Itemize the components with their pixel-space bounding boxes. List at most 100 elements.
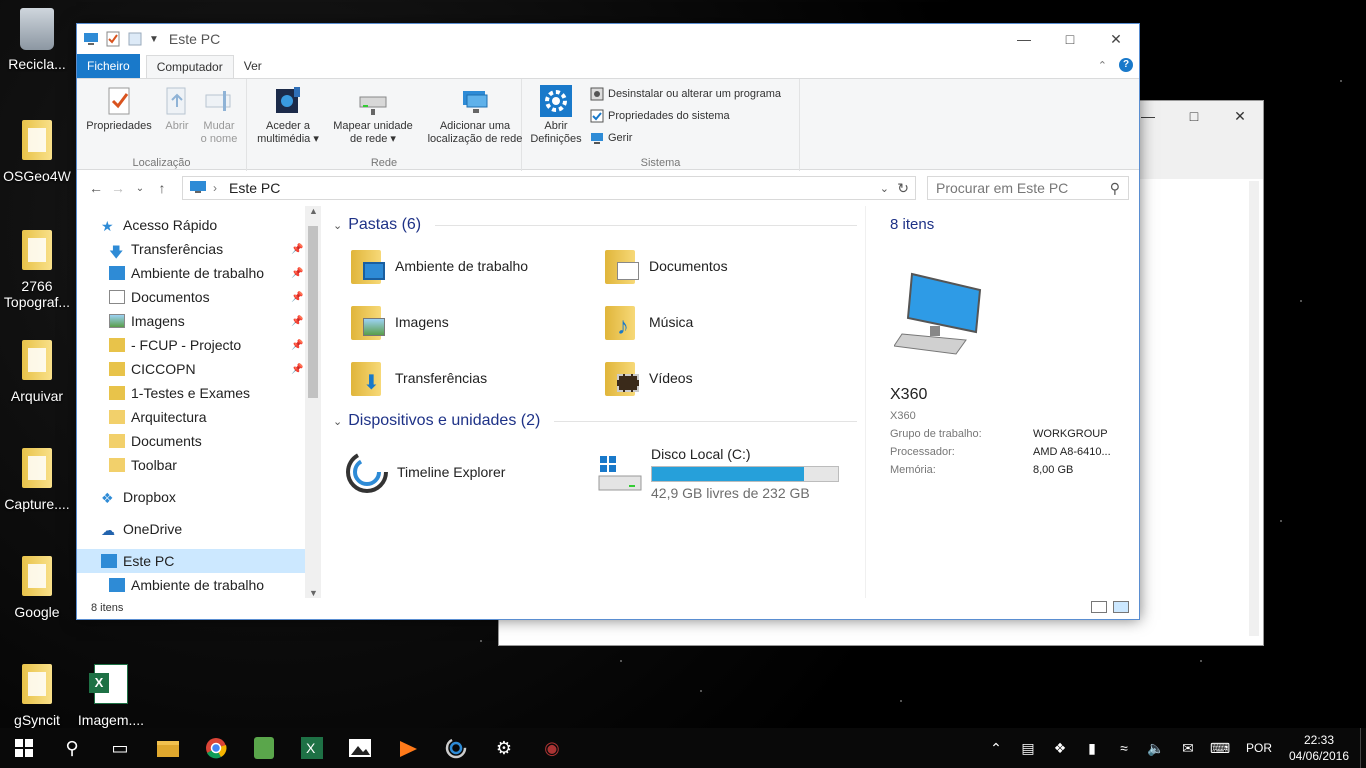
tab-computer[interactable]: Computador <box>145 55 234 78</box>
folder-music[interactable]: ♪ Música <box>603 302 693 342</box>
action-center-icon[interactable]: ✉ <box>1172 740 1204 757</box>
breadcrumb-chevron-icon[interactable]: › <box>213 181 217 195</box>
show-hidden-icons-icon[interactable]: ⌃ <box>980 740 1012 757</box>
app-icon[interactable]: ◉ <box>528 728 576 768</box>
photos-icon[interactable] <box>336 728 384 768</box>
device-local-disk[interactable]: Disco Local (C:) 42,9 GB livres de 232 G… <box>597 446 839 501</box>
chrome-icon[interactable] <box>192 728 240 768</box>
uninstall-program-button[interactable]: Desinstalar ou alterar um programa <box>590 87 781 101</box>
notification-app-icon[interactable]: ▤ <box>1012 740 1044 757</box>
nav-toolbar[interactable]: Toolbar <box>77 453 321 477</box>
desktop-icon-osgeo4w[interactable]: OSGeo4W <box>0 120 74 184</box>
large-icons-view-icon[interactable] <box>1113 601 1129 613</box>
battery-icon[interactable]: ▮ <box>1076 740 1108 757</box>
nav-arquitectura[interactable]: Arquitectura <box>77 405 321 429</box>
details-view-icon[interactable] <box>1091 601 1107 613</box>
back-arrow-icon[interactable]: ← <box>85 180 107 196</box>
maximize-icon[interactable]: □ <box>1047 24 1093 54</box>
clock[interactable]: 22:33 04/06/2016 <box>1282 732 1356 764</box>
wifi-icon[interactable]: ≈ <box>1108 740 1140 756</box>
manage-button[interactable]: Gerir <box>590 131 632 145</box>
dropbox-icon[interactable]: ❖ <box>1044 740 1076 757</box>
navigation-scrollbar[interactable]: ▲ ▼ <box>305 206 321 598</box>
collapse-ribbon-icon[interactable]: ⌃ <box>1098 59 1107 72</box>
nav-dropbox[interactable]: ❖ Dropbox <box>77 485 321 509</box>
properties-qat-icon[interactable] <box>105 31 121 47</box>
folder-videos[interactable]: Vídeos <box>603 358 693 398</box>
new-folder-qat-icon[interactable] <box>127 31 143 47</box>
customize-qat-icon[interactable]: ▼ <box>149 34 159 45</box>
access-media-button[interactable]: Aceder a multimédia ▾ <box>253 85 323 146</box>
nav-images[interactable]: Imagens 📌 <box>77 309 321 333</box>
close-icon[interactable]: ✕ <box>1217 101 1263 131</box>
breadcrumb-este-pc[interactable]: Este PC <box>229 180 280 196</box>
nav-testes-exames[interactable]: 1-Testes e Exames <box>77 381 321 405</box>
desktop-icon-arquivar[interactable]: Arquivar <box>0 340 74 404</box>
desktop-icon-google[interactable]: Google <box>0 556 74 620</box>
keyboard-icon[interactable]: ⌨ <box>1204 740 1236 757</box>
timeline-explorer-taskbar-icon[interactable] <box>432 728 480 768</box>
desktop-icon-recycle-bin[interactable]: Recicla... <box>0 8 74 72</box>
close-icon[interactable]: ✕ <box>1093 24 1139 54</box>
desktop-icon-2766[interactable]: 2766 Topograf... <box>0 230 74 310</box>
nav-transfers[interactable]: 🡇 Transferências 📌 <box>77 237 321 261</box>
nav-desktop[interactable]: Ambiente de trabalho 📌 <box>77 261 321 285</box>
tab-file[interactable]: Ficheiro <box>77 54 140 78</box>
show-desktop-button[interactable] <box>1360 728 1366 768</box>
task-view-icon[interactable]: ▭ <box>96 728 144 768</box>
forward-arrow-icon[interactable]: → <box>107 180 129 196</box>
pin-icon[interactable]: 📌 <box>291 292 303 303</box>
help-icon[interactable]: ? <box>1119 58 1133 72</box>
language-indicator[interactable]: POR <box>1236 741 1282 755</box>
nav-fcup-projecto[interactable]: - FCUP - Projecto 📌 <box>77 333 321 357</box>
pin-icon[interactable]: 📌 <box>291 364 303 375</box>
play-app-icon[interactable] <box>384 728 432 768</box>
open-button[interactable]: Abrir <box>159 85 195 133</box>
nav-quick-access[interactable]: ★ Acesso Rápido <box>77 213 321 237</box>
recent-locations-icon[interactable]: ⌄ <box>129 183 151 194</box>
system-properties-button[interactable]: Propriedades do sistema <box>590 109 730 123</box>
file-explorer-taskbar-icon[interactable] <box>144 728 192 768</box>
devices-section-header[interactable]: ⌄ Dispositivos e unidades (2) <box>333 412 857 430</box>
desktop-icon-gsyncit[interactable]: gSyncit <box>0 664 74 728</box>
folder-images[interactable]: Imagens <box>349 302 449 342</box>
excel-icon[interactable]: X <box>288 728 336 768</box>
rename-button[interactable]: Mudar o nome <box>197 85 241 146</box>
tab-view[interactable]: Ver <box>234 54 272 78</box>
pin-icon[interactable]: 📌 <box>291 268 303 279</box>
desktop-icon-imagem[interactable]: Imagem.... <box>74 664 148 728</box>
address-bar[interactable]: › Este PC ⌄ ↻ <box>182 176 916 200</box>
nav-documents[interactable]: Documentos 📌 <box>77 285 321 309</box>
properties-button[interactable]: Propriedades <box>83 85 155 133</box>
scroll-up-icon[interactable]: ▲ <box>309 206 318 216</box>
start-button[interactable] <box>0 728 48 768</box>
nav-ciccopn[interactable]: CICCOPN 📌 <box>77 357 321 381</box>
nav-este-pc-desktop[interactable]: Ambiente de trabalho <box>77 573 321 597</box>
add-network-location-button[interactable]: Adicionar uma localização de rede <box>423 85 527 146</box>
search-icon[interactable]: ⚲ <box>48 728 96 768</box>
folder-transfers[interactable]: ⬇ Transferências <box>349 358 487 398</box>
pin-icon[interactable]: 📌 <box>291 244 303 255</box>
background-window-scrollbar[interactable] <box>1249 181 1259 636</box>
search-icon[interactable]: ⚲ <box>1110 180 1120 197</box>
search-input[interactable]: Procurar em Este PC ⚲ <box>927 176 1129 200</box>
up-arrow-icon[interactable]: ↑ <box>151 180 173 196</box>
folder-desktop[interactable]: Ambiente de trabalho <box>349 246 528 286</box>
desktop-icon-capture[interactable]: Capture.... <box>0 448 74 512</box>
folder-documents[interactable]: Documentos <box>603 246 728 286</box>
nav-onedrive[interactable]: ☁ OneDrive <box>77 517 321 541</box>
address-dropdown-icon[interactable]: ⌄ <box>880 182 889 195</box>
map-drive-button[interactable]: Mapear unidade de rede ▾ <box>325 85 421 146</box>
pin-icon[interactable]: 📌 <box>291 316 303 327</box>
scroll-thumb[interactable] <box>308 226 318 398</box>
nav-este-pc[interactable]: Este PC <box>77 549 305 573</box>
settings-gear-icon[interactable]: ⚙ <box>480 728 528 768</box>
maximize-icon[interactable]: □ <box>1171 101 1217 131</box>
refresh-icon[interactable]: ↻ <box>897 180 909 197</box>
minimize-icon[interactable]: — <box>1001 24 1047 54</box>
pin-icon[interactable]: 📌 <box>291 340 303 351</box>
evernote-icon[interactable] <box>240 728 288 768</box>
open-settings-button[interactable]: Abrir Definições <box>526 85 586 146</box>
device-timeline-explorer[interactable]: Timeline Explorer <box>345 450 505 494</box>
nav-documents-folder[interactable]: Documents <box>77 429 321 453</box>
